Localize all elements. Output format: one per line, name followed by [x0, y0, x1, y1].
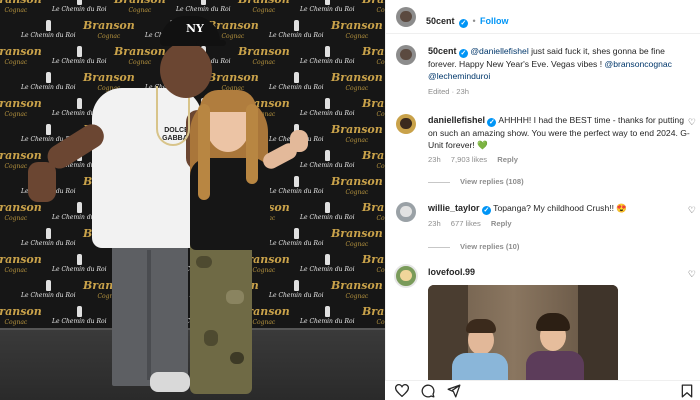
backdrop-branson-logo: BransonCognac	[362, 253, 385, 274]
comment-item: willie_taylor ✓ Topanga? My childhood Cr…	[428, 202, 690, 230]
commenter-avatar[interactable]	[396, 114, 416, 134]
comment-text: Topanga? My childhood Crush!! 😍	[493, 203, 628, 213]
backdrop-chemin-logo: Le Chemin du Roi	[21, 280, 76, 299]
comment-username[interactable]: daniellefishel	[428, 115, 485, 125]
backdrop-branson-logo: BransonCognac	[0, 45, 42, 66]
backdrop-branson-logo: BransonCognac	[331, 279, 383, 300]
backdrop-branson-logo: BransonCognac	[362, 149, 385, 170]
backdrop-chemin-logo: Le Chemin du Roi	[269, 20, 324, 39]
post-action-bar	[385, 380, 700, 400]
post-photo[interactable]: BransonCognac Le Chemin du Roi BransonCogn…	[0, 0, 385, 400]
backdrop-branson-logo: BransonCognac	[114, 45, 166, 66]
backdrop-branson-logo: BransonCognac	[362, 201, 385, 222]
mention-link[interactable]: @daniellefishel	[470, 46, 528, 56]
comment-item: daniellefishel ✓ AHHHH! I had the BEST t…	[428, 114, 690, 166]
reply-button[interactable]: Reply	[497, 155, 518, 164]
backdrop-chemin-logo: Le Chemin du Roi	[52, 46, 107, 65]
post-caption: 50cent ✓ @daniellefishel just said fuck …	[428, 45, 690, 98]
comment-age: 23h	[428, 155, 441, 164]
divider-line	[428, 181, 450, 183]
backdrop-chemin-logo: Le Chemin du Roi	[21, 20, 76, 39]
backdrop-chemin-logo: Le Chemin du Roi	[269, 280, 324, 299]
backdrop-chemin-logo: Le Chemin du Roi	[269, 72, 324, 91]
comment-username[interactable]: willie_taylor	[428, 203, 480, 213]
backdrop-branson-logo: BransonCognac	[0, 201, 42, 222]
author-username[interactable]: 50cent	[426, 16, 455, 26]
backdrop-chemin-logo: Le Chemin du Roi	[300, 46, 355, 65]
backdrop-branson-logo: BransonCognac	[331, 227, 383, 248]
backdrop-chemin-logo: Le Chemin du Roi	[21, 72, 76, 91]
backdrop-branson-logo: BransonCognac	[331, 175, 383, 196]
backdrop-chemin-logo: Le Chemin du Roi	[300, 98, 355, 117]
heart-outline-icon[interactable]: ♡	[688, 205, 696, 216]
view-replies-button[interactable]: View replies (10)	[428, 242, 519, 251]
commenter-avatar[interactable]	[396, 202, 416, 222]
backdrop-chemin-logo: Le Chemin du Roi	[52, 306, 107, 325]
caption-username[interactable]: 50cent	[428, 46, 457, 56]
heart-outline-icon[interactable]: ♡	[688, 269, 696, 280]
mention-link[interactable]: @lecheminduroi	[428, 71, 490, 81]
backdrop-chemin-logo: Le Chemin du Roi	[300, 306, 355, 325]
backdrop-branson-logo: BransonCognac	[362, 97, 385, 118]
comment-item: lovefool.99	[428, 266, 690, 278]
reply-button[interactable]: Reply	[491, 219, 512, 228]
backdrop-chemin-logo: Le Chemin du Roi	[300, 0, 355, 13]
verified-check-icon: ✓	[458, 19, 468, 28]
backdrop-chemin-logo: Le Chemin du Roi	[269, 228, 324, 247]
header-author-row: 50cent ✓ • Follow	[426, 11, 509, 29]
backdrop-branson-logo: BransonCognac	[114, 0, 166, 14]
comment-username[interactable]: lovefool.99	[428, 267, 475, 277]
backdrop-chemin-logo: Le Chemin du Roi	[300, 202, 355, 221]
verified-check-icon: ✓	[481, 206, 491, 215]
paper-plane-icon[interactable]	[447, 384, 461, 400]
backdrop-branson-logo: BransonCognac	[0, 253, 42, 274]
author-avatar[interactable]	[396, 7, 416, 27]
cap-logo: NY	[186, 22, 204, 35]
follow-button[interactable]: Follow	[480, 16, 509, 26]
backdrop-chemin-logo: Le Chemin du Roi	[52, 0, 107, 13]
comment-meta: 23h 7,903 likes Reply	[428, 154, 690, 166]
caption-avatar[interactable]	[396, 45, 416, 65]
comment-likes[interactable]: 7,903 likes	[451, 155, 487, 164]
commenter-avatar[interactable]	[394, 264, 418, 288]
backdrop-branson-logo: BransonCognac	[362, 0, 385, 14]
mention-link[interactable]: @bransoncognac	[604, 59, 672, 69]
backdrop-branson-logo: BransonCognac	[238, 45, 290, 66]
backdrop-branson-logo: BransonCognac	[331, 123, 383, 144]
backdrop-branson-logo: BransonCognac	[362, 305, 385, 326]
caption-edited-time: Edited · 23h	[428, 87, 469, 96]
backdrop-chemin-logo: Le Chemin du Roi	[269, 176, 324, 195]
backdrop-branson-logo: BransonCognac	[362, 45, 385, 66]
backdrop-branson-logo: BransonCognac	[0, 305, 42, 326]
comment-bubble-icon[interactable]	[421, 384, 435, 400]
backdrop-chemin-logo: Le Chemin du Roi	[52, 254, 107, 273]
backdrop-chemin-logo: Le Chemin du Roi	[21, 228, 76, 247]
backdrop-branson-logo: BransonCognac	[83, 19, 135, 40]
backdrop-chemin-logo: Le Chemin du Roi	[176, 0, 231, 13]
comment-likes[interactable]: 677 likes	[451, 219, 481, 228]
comment-meta: 23h 677 likes Reply	[428, 218, 690, 230]
heart-outline-icon[interactable]	[394, 384, 410, 400]
backdrop-branson-logo: BransonCognac	[331, 71, 383, 92]
heart-outline-icon[interactable]: ♡	[688, 117, 696, 128]
bookmark-icon[interactable]	[681, 384, 693, 400]
backdrop-branson-logo: BransonCognac	[331, 19, 383, 40]
backdrop-branson-logo: BransonCognac	[0, 97, 42, 118]
post-header: 50cent ✓ • Follow	[386, 0, 700, 34]
backdrop-branson-logo: BransonCognac	[0, 0, 42, 14]
verified-check-icon: ✓	[487, 118, 497, 127]
comment-age: 23h	[428, 219, 441, 228]
separator-dot: •	[472, 16, 476, 26]
view-replies-button[interactable]: View replies (108)	[428, 177, 524, 186]
backdrop-branson-logo: BransonCognac	[238, 0, 290, 14]
backdrop-chemin-logo: Le Chemin du Roi	[300, 150, 355, 169]
backdrop-chemin-logo: Le Chemin du Roi	[300, 254, 355, 273]
divider-line	[428, 246, 450, 248]
verified-check-icon: ✓	[458, 49, 468, 58]
